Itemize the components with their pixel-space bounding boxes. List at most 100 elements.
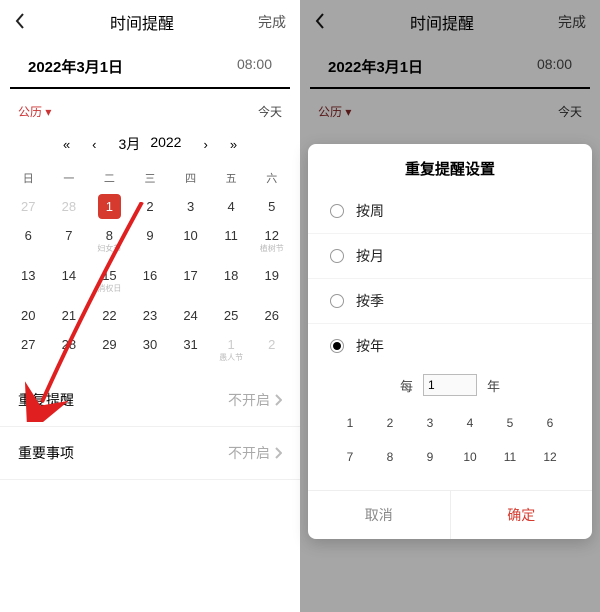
option-yearly-label: 按年 (356, 336, 384, 356)
month-label: 3月 (119, 134, 141, 154)
calendar-day[interactable]: 27 (8, 192, 49, 221)
calendar-day[interactable]: 28 (49, 330, 90, 370)
next-month-icon[interactable]: › (203, 137, 207, 152)
weekday-label: 一 (49, 164, 90, 192)
option-yearly[interactable]: 按年 (308, 323, 592, 368)
weekday-label: 四 (170, 164, 211, 192)
calendar-day[interactable]: 13 (8, 261, 49, 301)
month-option[interactable]: 5 (490, 406, 530, 440)
month-option[interactable]: 3 (410, 406, 450, 440)
month-option[interactable]: 9 (410, 440, 450, 474)
calendar-day[interactable]: 29 (89, 330, 130, 370)
weekday-label: 日 (8, 164, 49, 192)
month-option[interactable]: 8 (370, 440, 410, 474)
calendar-day[interactable]: 22 (89, 301, 130, 330)
month-option[interactable]: 12 (530, 440, 570, 474)
chevron-right-icon (274, 394, 282, 406)
cancel-button[interactable]: 取消 (308, 491, 451, 539)
calendar-day[interactable]: 16 (130, 261, 171, 301)
month-nav: « ‹ 3月 2022 › » (0, 126, 300, 164)
date-time-row[interactable]: 2022年3月1日 08:00 (10, 44, 290, 89)
calendar-day[interactable]: 18 (211, 261, 252, 301)
calendar-day[interactable]: 27 (8, 330, 49, 370)
weekday-label: 三 (130, 164, 171, 192)
calendar-day[interactable]: 2 (251, 330, 292, 370)
calendar-day[interactable]: 15消权日 (89, 261, 130, 301)
calendar-day[interactable]: 12植树节 (251, 221, 292, 261)
first-month-icon[interactable]: « (63, 137, 70, 152)
weekday-label: 六 (251, 164, 292, 192)
month-option[interactable]: 6 (530, 406, 570, 440)
repeat-reminder-value: 不开启 (228, 390, 270, 410)
chevron-right-icon (274, 447, 282, 459)
option-quarterly[interactable]: 按季 (308, 278, 592, 323)
calendar-day[interactable]: 31 (170, 330, 211, 370)
last-month-icon[interactable]: » (230, 137, 237, 152)
calendar-day[interactable]: 10 (170, 221, 211, 261)
calendar-day[interactable]: 14 (49, 261, 90, 301)
confirm-button[interactable]: 确定 (451, 491, 593, 539)
today-button[interactable]: 今天 (258, 103, 282, 120)
calendar-day[interactable]: 9 (130, 221, 171, 261)
calendar-day[interactable]: 28 (49, 192, 90, 221)
important-item-row[interactable]: 重要事项 不开启 (0, 427, 300, 480)
page-title: 时间提醒 (26, 10, 258, 34)
calendar-day[interactable]: 1愚人节 (211, 330, 252, 370)
calendar-day[interactable]: 11 (211, 221, 252, 261)
calendar-day[interactable]: 17 (170, 261, 211, 301)
calendar-day[interactable]: 20 (8, 301, 49, 330)
radio-icon (330, 249, 344, 263)
calendar-day[interactable]: 23 (130, 301, 171, 330)
radio-icon (330, 204, 344, 218)
calendar-day[interactable]: 4 (211, 192, 252, 221)
left-topbar: 时间提醒 完成 (0, 0, 300, 44)
calendar-type-dropdown[interactable]: 公历 ▾ (18, 103, 51, 120)
weekday-label: 五 (211, 164, 252, 192)
important-item-value: 不开启 (228, 443, 270, 463)
weekday-label: 二 (89, 164, 130, 192)
done-button[interactable]: 完成 (258, 12, 286, 32)
calendar-day[interactable]: 8妇女节 (89, 221, 130, 261)
every-suffix: 年 (487, 376, 500, 395)
repeat-settings-modal: 重复提醒设置 按周 按月 按季 按年 每 年 (308, 144, 592, 539)
month-option[interactable]: 1 (330, 406, 370, 440)
option-monthly[interactable]: 按月 (308, 233, 592, 278)
calendar-day[interactable]: 25 (211, 301, 252, 330)
month-picker-grid: 123456789101112 (330, 406, 570, 474)
option-quarterly-label: 按季 (356, 291, 384, 311)
calendar-day[interactable]: 3 (170, 192, 211, 221)
calendar-day[interactable]: 5 (251, 192, 292, 221)
calendar-day[interactable]: 2 (130, 192, 171, 221)
weekday-header: 日一二三四五六 (0, 164, 300, 192)
interval-input[interactable] (423, 374, 477, 396)
repeat-reminder-row[interactable]: 重复提醒 不开启 (0, 374, 300, 427)
month-option[interactable]: 2 (370, 406, 410, 440)
year-label: 2022 (150, 134, 181, 154)
prev-month-icon[interactable]: ‹ (92, 137, 96, 152)
calendar-day[interactable]: 30 (130, 330, 171, 370)
important-item-label: 重要事项 (18, 443, 74, 463)
selected-date: 2022年3月1日 (28, 56, 123, 77)
month-option[interactable]: 4 (450, 406, 490, 440)
calendar-day[interactable]: 26 (251, 301, 292, 330)
back-icon[interactable] (14, 12, 26, 33)
month-option[interactable]: 10 (450, 440, 490, 474)
repeat-reminder-label: 重复提醒 (18, 390, 74, 410)
option-weekly-label: 按周 (356, 201, 384, 221)
calendar-day[interactable]: 6 (8, 221, 49, 261)
calendar-day[interactable]: 1 (89, 192, 130, 221)
option-weekly[interactable]: 按周 (308, 189, 592, 233)
option-monthly-label: 按月 (356, 246, 384, 266)
radio-icon (330, 294, 344, 308)
month-option[interactable]: 7 (330, 440, 370, 474)
calendar-day[interactable]: 7 (49, 221, 90, 261)
every-prefix: 每 (400, 376, 413, 395)
selected-time: 08:00 (237, 56, 272, 77)
calendar-day[interactable]: 24 (170, 301, 211, 330)
radio-icon (330, 339, 344, 353)
calendar-day[interactable]: 21 (49, 301, 90, 330)
modal-title: 重复提醒设置 (308, 144, 592, 189)
calendar-day[interactable]: 19 (251, 261, 292, 301)
calendar-grid: 272812345678妇女节9101112植树节131415消权日161718… (0, 192, 300, 374)
month-option[interactable]: 11 (490, 440, 530, 474)
